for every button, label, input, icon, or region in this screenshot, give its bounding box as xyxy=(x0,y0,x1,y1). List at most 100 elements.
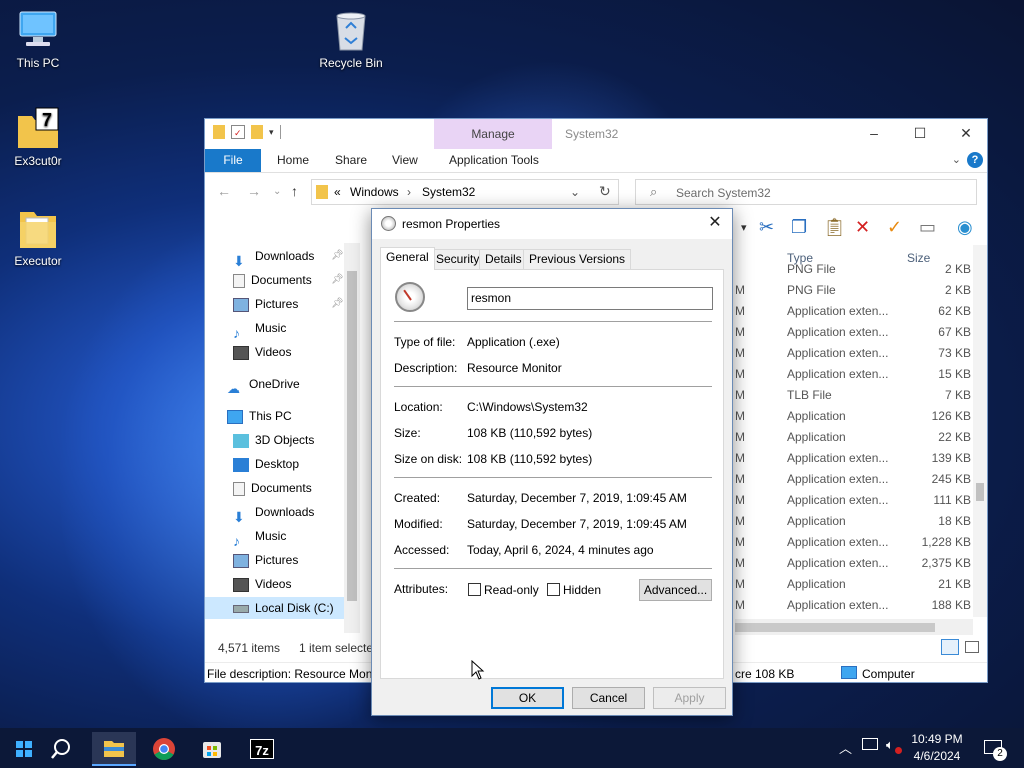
pin-icon[interactable]: 📌︎ xyxy=(331,274,344,285)
7zip-icon[interactable]: 7z xyxy=(242,732,282,766)
breadcrumb-system32[interactable]: System32 xyxy=(422,185,475,199)
scrollbar-thumb[interactable] xyxy=(976,483,984,501)
table-row[interactable]: PNG File 2 KB xyxy=(780,259,975,280)
nav-item-pictures-pc[interactable]: Pictures xyxy=(233,549,298,571)
delete-icon[interactable]: ✕ xyxy=(855,217,870,238)
tab-home[interactable]: Home xyxy=(265,149,321,172)
nav-item-videos-pc[interactable]: Videos xyxy=(233,573,291,595)
clock-date[interactable]: 4/6/2024 xyxy=(906,749,968,763)
windows-start-icon[interactable] xyxy=(4,732,44,766)
table-row[interactable]: Application exten... 1,228 KB xyxy=(780,532,975,553)
copy-icon[interactable]: ❐ xyxy=(791,217,807,238)
nav-item-documents[interactable]: Documents xyxy=(233,269,312,291)
scrollbar-thumb[interactable] xyxy=(347,271,357,601)
readonly-label[interactable]: Read-only xyxy=(484,583,539,597)
chrome-icon[interactable] xyxy=(144,732,184,766)
tab-view[interactable]: View xyxy=(380,149,430,172)
maximize-button[interactable]: ☐ xyxy=(897,119,943,149)
pin-icon[interactable]: 📌︎ xyxy=(331,298,344,309)
table-row[interactable]: TLB File 7 KB xyxy=(780,385,975,406)
table-row[interactable]: Application 126 KB xyxy=(780,406,975,427)
desktop-icon-this-pc[interactable]: This PC xyxy=(0,8,76,70)
table-row[interactable]: PNG File 2 KB xyxy=(780,280,975,301)
hidden-label[interactable]: Hidden xyxy=(563,583,601,597)
tab-share[interactable]: Share xyxy=(323,149,379,172)
scrollbar-thumb[interactable] xyxy=(735,623,935,632)
desktop-icon-executor[interactable]: Executor xyxy=(0,206,76,268)
back-arrow-icon[interactable]: ← xyxy=(217,183,231,199)
help-icon[interactable]: ? xyxy=(967,152,983,168)
clock-time[interactable]: 10:49 PM xyxy=(906,732,968,746)
properties-icon[interactable]: ▭ xyxy=(919,217,936,238)
cut-icon[interactable]: ✂ xyxy=(759,217,774,238)
file-explorer-icon[interactable] xyxy=(92,732,136,766)
tab-details[interactable]: Details xyxy=(479,249,528,269)
nav-item-pictures[interactable]: Pictures xyxy=(233,293,298,315)
recent-locations-icon[interactable]: ⌄ xyxy=(273,186,281,197)
readonly-checkbox[interactable] xyxy=(468,583,481,596)
advanced-button[interactable]: Advanced... xyxy=(639,579,712,601)
dropdown-arrow-icon[interactable]: ▾ xyxy=(741,221,747,234)
nav-item-downloads-pc[interactable]: ⬇ Downloads xyxy=(233,501,314,525)
nav-item-music[interactable]: ♪ Music xyxy=(233,317,286,341)
details-view-icon[interactable] xyxy=(941,639,959,655)
up-arrow-icon[interactable]: ↑ xyxy=(291,183,298,199)
cancel-button[interactable]: Cancel xyxy=(572,687,645,709)
tab-security[interactable]: Security xyxy=(430,249,486,269)
chevron-up-icon[interactable]: ︿ xyxy=(839,738,852,757)
globe-icon[interactable]: ◉ xyxy=(957,217,973,238)
search-box[interactable]: ⌕ Search System32 xyxy=(635,179,977,205)
breadcrumb-overflow[interactable]: « xyxy=(334,185,341,199)
desktop-icon-ex3cut0r[interactable]: 7 Ex3cut0r xyxy=(0,106,76,168)
paste-icon[interactable]: 📋︎ xyxy=(823,217,846,238)
address-bar[interactable]: « Windows › System32 ⌄ xyxy=(311,179,619,205)
chevron-right-icon[interactable]: › xyxy=(407,185,411,199)
chevron-down-icon[interactable]: ⌄ xyxy=(570,185,580,199)
hidden-checkbox[interactable] xyxy=(547,583,560,596)
pin-icon[interactable]: 📌︎ xyxy=(331,250,344,261)
customize-qat-icon[interactable]: ▾ xyxy=(269,127,274,138)
large-icons-view-icon[interactable] xyxy=(965,641,979,653)
table-row[interactable]: Application exten... 73 KB xyxy=(780,343,975,364)
nav-scrollbar[interactable] xyxy=(344,243,360,633)
table-row[interactable]: Application 18 KB xyxy=(780,511,975,532)
tab-previous-versions[interactable]: Previous Versions xyxy=(523,249,632,269)
nav-item-videos[interactable]: Videos xyxy=(233,341,291,363)
refresh-icon[interactable]: ↻ xyxy=(599,183,611,200)
properties-icon[interactable]: ✓ xyxy=(231,125,245,139)
tab-general[interactable]: General xyxy=(380,247,435,270)
table-row[interactable]: Application 21 KB xyxy=(780,574,975,595)
table-row[interactable]: Application exten... 139 KB xyxy=(780,448,975,469)
nav-item-documents-pc[interactable]: Documents xyxy=(233,477,312,499)
rename-check-icon[interactable]: ✓ xyxy=(887,217,902,238)
table-row[interactable]: Application exten... 188 KB xyxy=(780,595,975,616)
table-row[interactable]: Application exten... 245 KB xyxy=(780,469,975,490)
desktop-icon-recycle-bin[interactable]: Recycle Bin xyxy=(313,8,389,70)
nav-item-3d-objects[interactable]: 3D Objects xyxy=(233,429,314,451)
tab-file[interactable]: File xyxy=(205,149,261,172)
apply-button[interactable]: Apply xyxy=(653,687,726,709)
tab-manage[interactable]: Manage xyxy=(434,119,552,149)
dialog-close-button[interactable]: ✕ xyxy=(704,213,726,235)
forward-arrow-icon[interactable]: → xyxy=(247,183,261,199)
tab-application-tools[interactable]: Application Tools xyxy=(437,149,551,172)
new-folder-icon[interactable] xyxy=(251,125,263,139)
horizontal-scrollbar[interactable] xyxy=(735,619,973,635)
table-row[interactable]: Application 22 KB xyxy=(780,427,975,448)
volume-muted-icon[interactable]: 🔈︎ xyxy=(886,737,894,753)
store-icon[interactable] xyxy=(192,732,232,766)
nav-item-onedrive[interactable]: ☁ OneDrive xyxy=(227,373,300,396)
filename-field[interactable]: resmon xyxy=(467,287,713,310)
nav-item-desktop[interactable]: Desktop xyxy=(233,453,299,475)
table-row[interactable]: Application exten... 15 KB xyxy=(780,364,975,385)
nav-item-local-disk[interactable]: Local Disk (C:) xyxy=(205,597,344,619)
expand-ribbon-icon[interactable]: ⌄ xyxy=(952,153,961,166)
table-row[interactable]: Application exten... 67 KB xyxy=(780,322,975,343)
folder-icon[interactable] xyxy=(213,125,225,139)
minimize-button[interactable]: – xyxy=(851,119,897,149)
nav-item-downloads[interactable]: ⬇ Downloads xyxy=(233,245,314,269)
table-row[interactable]: Application exten... 111 KB xyxy=(780,490,975,511)
vertical-scrollbar[interactable] xyxy=(973,245,987,617)
ok-button[interactable]: OK xyxy=(491,687,564,709)
network-icon[interactable] xyxy=(862,738,878,750)
